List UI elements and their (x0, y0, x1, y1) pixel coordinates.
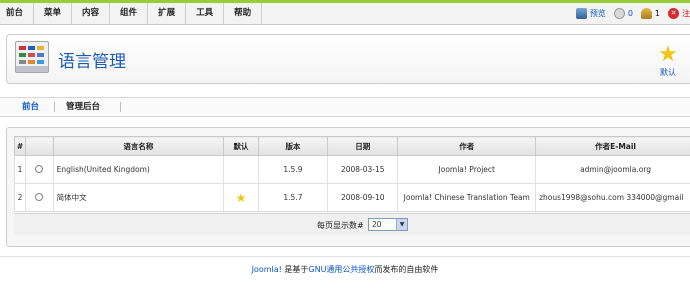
page-title: 语言管理 (58, 52, 126, 72)
row-select[interactable] (24, 155, 54, 184)
footer-divider (0, 256, 690, 257)
tab-separator (120, 102, 121, 112)
client-tabs: 前台 管理后台 (0, 97, 690, 117)
menu-extensions[interactable]: 扩展 (148, 3, 187, 24)
tab-site[interactable]: 前台 (22, 98, 39, 116)
row-select[interactable] (24, 183, 54, 212)
pager-label: 每页显示数# (317, 221, 364, 230)
default-button[interactable]: ★ 默认 (653, 43, 683, 79)
tab-administrator[interactable]: 管理后台 (66, 98, 100, 116)
menu-content[interactable]: 内容 (72, 3, 111, 24)
table-row: 1 English(United Kingdom) 1.5.9 2008-03-… (14, 155, 690, 184)
col-default[interactable]: 默认 (223, 136, 259, 156)
menu-menus[interactable]: 菜单 (34, 3, 73, 24)
main-menu-bar: 前台 菜单 内容 组件 扩展 工具 帮助 预览 0 1 ✕ 注 (0, 3, 690, 25)
menu-components[interactable]: 组件 (110, 3, 149, 24)
default-button-label: 默认 (660, 68, 676, 77)
preview-label: 预览 (589, 9, 606, 18)
table-row: 2 简体中文 ★ 1.5.7 2008-09-10 Joomla! Chines… (14, 183, 690, 212)
date-cell: 2008-03-15 (327, 155, 399, 184)
col-num: # (14, 136, 26, 156)
col-version[interactable]: 版本 (257, 136, 329, 156)
star-icon: ★ (658, 42, 678, 67)
default-star-icon: ★ (235, 190, 247, 205)
col-author[interactable]: 作者 (397, 136, 537, 156)
date-cell: 2008-09-10 (327, 183, 399, 212)
logout-label: 注 (682, 9, 690, 18)
logout-icon: ✕ (668, 8, 679, 19)
col-author-email[interactable]: 作者E-Mail (535, 136, 690, 156)
toolbar-header: 语言管理 ★ 默认 (6, 34, 690, 84)
version-cell: 1.5.7 (257, 183, 329, 212)
menu-site[interactable]: 前台 (0, 3, 35, 24)
table-header-row: # 语言名称 默认 版本 日期 作者 作者E-Mail (14, 136, 690, 156)
table-footer: 每页显示数# 20 ▼ (14, 213, 690, 235)
preview-icon (575, 8, 587, 19)
email-cell: zhous1998@sohu.com 334000@gmail (535, 183, 690, 212)
row-number: 2 (14, 183, 26, 212)
tab-separator (54, 102, 55, 112)
email-cell: admin@joomla.org (535, 155, 690, 184)
languages-table: # 语言名称 默认 版本 日期 作者 作者E-Mail 1 English(Un… (14, 136, 690, 212)
row-number: 1 (14, 155, 26, 184)
users-online: 1 (640, 8, 660, 19)
status-bar: 预览 0 1 ✕ 注 (568, 3, 690, 24)
messages-count: 0 (627, 9, 633, 18)
languages-panel: # 语言名称 默认 版本 日期 作者 作者E-Mail 1 English(Un… (6, 127, 690, 247)
joomla-link[interactable]: Joomla! (252, 265, 282, 274)
credit-text-2: 而发布的自由软件 (374, 265, 439, 274)
users-count: 1 (654, 9, 660, 18)
chevron-down-icon: ▼ (396, 219, 407, 230)
messages-link[interactable]: 0 (613, 8, 633, 19)
menu-help[interactable]: 帮助 (224, 3, 263, 24)
main-menu: 前台 菜单 内容 组件 扩展 工具 帮助 (0, 3, 263, 24)
logout-link[interactable]: ✕ 注 (668, 8, 690, 19)
default-cell[interactable]: ★ (223, 183, 259, 212)
author-cell: Joomla! Chinese Translation Team (397, 183, 537, 212)
gpl-link[interactable]: GNU通用公共授权 (308, 265, 374, 274)
messages-icon (613, 8, 625, 19)
footer-credit: Joomla! 是基于GNU通用公共授权而发布的自由软件 (0, 264, 690, 275)
users-icon (640, 8, 652, 19)
language-name: 简体中文 (52, 183, 225, 212)
col-language-name[interactable]: 语言名称 (52, 136, 225, 156)
menu-tools[interactable]: 工具 (186, 3, 225, 24)
col-date[interactable]: 日期 (327, 136, 399, 156)
author-cell: Joomla! Project (397, 155, 537, 184)
language-name: English(United Kingdom) (52, 155, 225, 184)
default-cell[interactable] (223, 155, 259, 184)
radio-button[interactable] (35, 164, 44, 173)
credit-text-1: 是基于 (281, 265, 309, 274)
version-cell: 1.5.9 (257, 155, 329, 184)
page-size-select[interactable]: 20 ▼ (368, 218, 408, 231)
radio-button[interactable] (35, 192, 44, 201)
col-select (24, 136, 54, 156)
preview-link[interactable]: 预览 (575, 8, 606, 19)
page-size-value: 20 (372, 220, 382, 229)
language-manager-icon (15, 41, 49, 73)
